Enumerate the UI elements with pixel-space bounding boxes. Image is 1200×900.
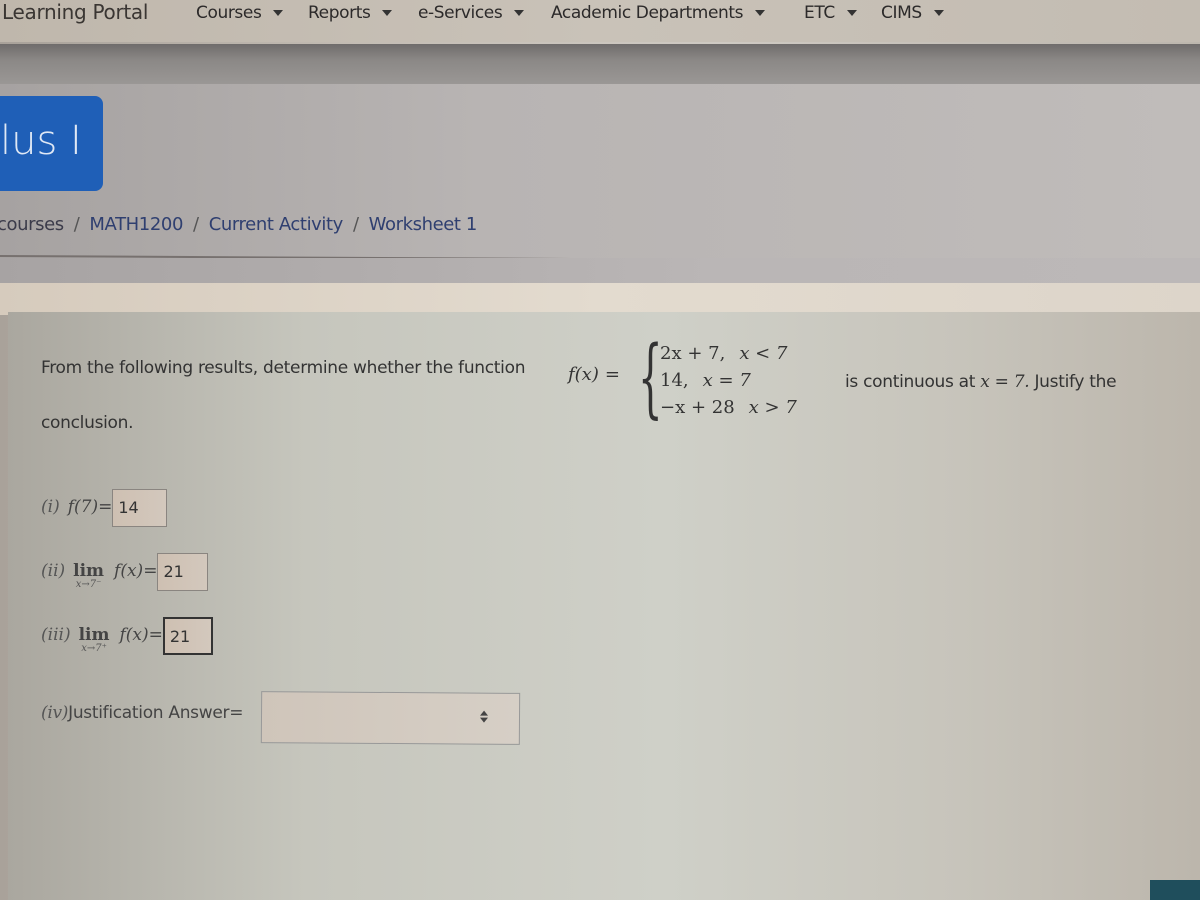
- continuity-text: is continuous at: [845, 372, 976, 392]
- piecewise-cases: 2x + 7, x < 7 14, x = 7 −x + 28 x > 7: [660, 340, 797, 421]
- limit-operator: lim x→7⁺: [79, 625, 110, 654]
- breadcrumb-separator: /: [352, 214, 359, 235]
- part-ii: (ii) lim x→7⁻ f(x)= 21: [41, 553, 209, 591]
- part-label: (ii): [41, 561, 66, 581]
- nav-reports-label: Reports: [308, 3, 371, 23]
- case-expression: 2x + 7,: [660, 343, 726, 364]
- corner-button[interactable]: [1150, 880, 1200, 900]
- select-updown-icon: [479, 710, 489, 727]
- course-title-badge: lus I: [0, 96, 103, 191]
- part-expression: f(x)=: [114, 561, 158, 581]
- part-label: (iii): [41, 625, 71, 645]
- nav-e-services-label: e-Services: [418, 3, 503, 23]
- caret-down-icon: [755, 10, 766, 16]
- case-condition: x < 7: [739, 343, 788, 364]
- part-label: (i): [41, 497, 60, 517]
- caret-down-icon: [382, 10, 393, 16]
- limit-subscript: x→7⁺: [81, 643, 107, 654]
- question-continuation: is continuous at x = 7. Justify the: [845, 372, 1117, 392]
- case-row: −x + 28 x > 7: [660, 394, 797, 421]
- question-conclusion: conclusion.: [41, 413, 134, 433]
- nav-cims-label: CIMS: [881, 3, 922, 23]
- part-i: (i) f(7)= 14: [41, 489, 168, 527]
- part-iv: (iv) Justification Answer=: [41, 703, 243, 723]
- nav-reports[interactable]: Reports: [308, 3, 393, 23]
- left-brace: {: [638, 328, 663, 428]
- part-label: (iv): [41, 703, 69, 723]
- caret-down-icon: [514, 10, 525, 16]
- nav-etc[interactable]: ETC: [804, 3, 857, 23]
- caret-down-icon: [273, 10, 284, 16]
- breadcrumb: courses / MATH1200 / Current Activity / …: [0, 214, 477, 235]
- nav-etc-label: ETC: [804, 3, 835, 23]
- nav-cims[interactable]: CIMS: [881, 3, 944, 23]
- breadcrumb-worksheet[interactable]: Worksheet 1: [369, 214, 478, 235]
- equals-sign: =: [604, 364, 620, 385]
- nav-courses-label: Courses: [196, 3, 262, 23]
- top-navbar: Learning Portal Courses Reports e-Servic…: [0, 0, 1200, 42]
- limit-word: lim: [73, 561, 105, 581]
- content-top-band: [0, 283, 1200, 315]
- breadcrumb-my-courses[interactable]: courses: [0, 214, 64, 235]
- question-intro: From the following results, determine wh…: [41, 358, 526, 378]
- limit-word: lim: [78, 625, 110, 645]
- limit-operator: lim x→7⁻: [73, 561, 104, 590]
- answer-input-f7[interactable]: 14: [112, 489, 168, 527]
- nav-academic-departments[interactable]: Academic Departments: [551, 3, 766, 23]
- case-condition: x > 7: [748, 397, 797, 418]
- course-title: lus I: [0, 118, 82, 164]
- breadcrumb-current-activity[interactable]: Current Activity: [209, 214, 344, 235]
- continuity-point: x = 7.: [980, 372, 1030, 392]
- caret-down-icon: [933, 10, 944, 16]
- part-expression: f(x)=: [119, 625, 163, 645]
- question-panel: [8, 312, 1200, 900]
- nav-courses[interactable]: Courses: [196, 3, 284, 23]
- justification-select[interactable]: [260, 691, 521, 745]
- brand-logo[interactable]: Learning Portal: [2, 0, 148, 24]
- justify-text: Justify the: [1034, 372, 1117, 392]
- case-expression: −x + 28: [660, 397, 735, 418]
- part-expression: f(7)=: [67, 497, 113, 517]
- case-row: 14, x = 7: [660, 367, 797, 394]
- caret-down-icon: [846, 10, 857, 16]
- breadcrumb-separator: /: [193, 214, 199, 235]
- header-divider: [0, 44, 1200, 84]
- limit-subscript: x→7⁻: [75, 579, 102, 590]
- case-expression: 14,: [660, 370, 689, 391]
- breadcrumb-course[interactable]: MATH1200: [89, 214, 183, 235]
- breadcrumb-separator: /: [73, 214, 80, 235]
- function-symbol: f(x): [568, 364, 599, 385]
- answer-input-left-limit[interactable]: 21: [157, 553, 209, 591]
- part-iii: (iii) lim x→7⁺ f(x)= 21: [41, 617, 213, 655]
- function-name: f(x) =: [568, 364, 620, 385]
- answer-input-right-limit[interactable]: 21: [162, 617, 213, 655]
- case-row: 2x + 7, x < 7: [660, 340, 797, 367]
- justification-label: Justification Answer=: [68, 703, 244, 723]
- nav-academic-departments-label: Academic Departments: [551, 3, 744, 23]
- case-condition: x = 7: [702, 370, 751, 391]
- nav-e-services[interactable]: e-Services: [418, 3, 525, 23]
